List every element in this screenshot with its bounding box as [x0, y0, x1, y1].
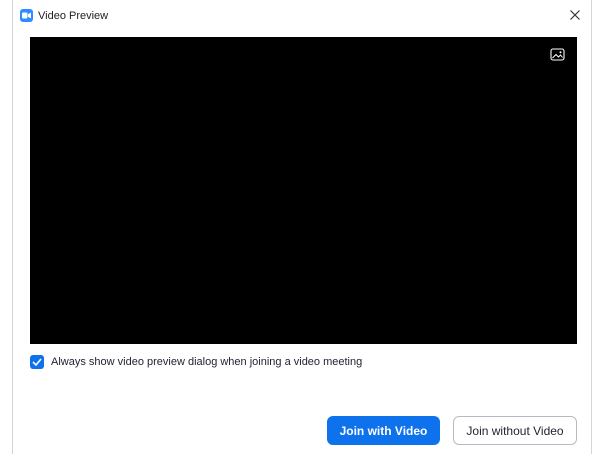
always-show-preview-option[interactable]: Always show video preview dialog when jo…: [30, 353, 362, 371]
join-with-video-button[interactable]: Join with Video: [327, 416, 440, 445]
always-show-preview-label[interactable]: Always show video preview dialog when jo…: [51, 355, 362, 369]
always-show-preview-checkbox[interactable]: [30, 355, 44, 369]
virtual-background-icon[interactable]: [550, 48, 565, 61]
video-preview-dialog: Video Preview Always show video preview …: [12, 0, 592, 454]
window-title: Video Preview: [38, 10, 109, 22]
zoom-camera-icon: [20, 9, 33, 22]
join-without-video-button[interactable]: Join without Video: [453, 416, 577, 445]
title-bar[interactable]: Video Preview: [13, 0, 591, 32]
video-preview-area: [30, 37, 577, 344]
close-icon[interactable]: [567, 7, 583, 23]
